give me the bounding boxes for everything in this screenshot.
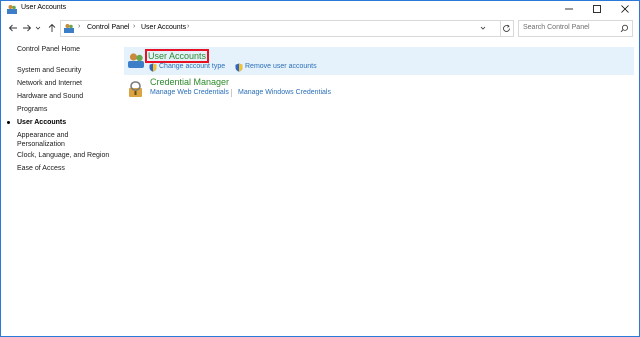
maximize-button[interactable] (583, 1, 611, 17)
maximize-icon (593, 5, 601, 13)
search-placeholder: Search Control Panel (523, 24, 590, 31)
user-accounts-icon (64, 24, 74, 33)
sidebar-item-ease-of-access[interactable]: Ease of Access (17, 164, 65, 173)
recent-locations-button[interactable] (34, 22, 42, 34)
close-button[interactable] (611, 1, 639, 17)
link-change-account-type[interactable]: Change account type (159, 63, 225, 70)
chevron-right-icon: › (187, 23, 190, 30)
window-title: User Accounts (21, 4, 67, 11)
user-accounts-icon (128, 53, 144, 68)
sidebar-item-programs[interactable]: Programs (17, 105, 47, 114)
link-manage-web-credentials[interactable]: Manage Web Credentials (150, 89, 229, 96)
chevron-down-icon (35, 26, 41, 30)
address-bar[interactable]: › Control Panel › User Accounts › (60, 20, 501, 37)
chevron-right-icon: › (78, 23, 81, 30)
forward-button[interactable] (21, 22, 33, 34)
refresh-icon (502, 24, 510, 32)
sidebar-item-appearance-line2[interactable]: Personalization (17, 140, 65, 149)
breadcrumb-user-accounts[interactable]: User Accounts (141, 24, 186, 31)
control-panel-window: User Accounts › Control Panel › User Acc… (0, 0, 640, 337)
shield-icon (235, 63, 243, 72)
chevron-right-icon: › (133, 23, 136, 30)
category-user-accounts[interactable]: User Accounts Change account type Remove… (124, 47, 634, 75)
search-box[interactable]: Search Control Panel (518, 20, 633, 37)
link-remove-user-accounts[interactable]: Remove user accounts (245, 63, 317, 70)
chevron-down-icon[interactable] (480, 25, 486, 31)
arrow-right-icon (23, 24, 32, 32)
arrow-up-icon (48, 23, 56, 32)
sidebar-item-clock-language-region[interactable]: Clock, Language, and Region (17, 151, 109, 160)
shield-icon (149, 63, 157, 72)
search-icon (620, 24, 628, 33)
navigation-bar: › Control Panel › User Accounts › Search… (1, 18, 639, 38)
sidebar-item-hardware-and-sound[interactable]: Hardware and Sound (17, 92, 83, 101)
sidebar-item-appearance-line1[interactable]: Appearance and (17, 131, 68, 140)
active-item-bullet (7, 121, 10, 124)
sidebar-item-control-panel-home[interactable]: Control Panel Home (17, 45, 80, 54)
sidebar-item-user-accounts[interactable]: User Accounts (17, 118, 66, 127)
link-separator (231, 89, 232, 97)
category-title-user-accounts[interactable]: User Accounts (145, 49, 210, 63)
title-bar: User Accounts (1, 1, 639, 17)
category-credential-manager[interactable]: Credential Manager Manage Web Credential… (124, 75, 634, 101)
sidebar-item-system-and-security[interactable]: System and Security (17, 66, 81, 75)
breadcrumb-control-panel[interactable]: Control Panel (87, 24, 129, 31)
category-title-credential-manager[interactable]: Credential Manager (150, 77, 229, 87)
close-icon (621, 5, 629, 13)
user-accounts-app-icon (7, 5, 17, 14)
up-button[interactable] (46, 22, 58, 34)
credential-manager-icon (129, 81, 142, 97)
minimize-button[interactable] (555, 1, 583, 17)
minimize-icon (565, 8, 573, 10)
refresh-button[interactable] (499, 20, 514, 37)
back-button[interactable] (7, 22, 19, 34)
arrow-left-icon (8, 24, 17, 32)
sidebar-item-network-and-internet[interactable]: Network and Internet (17, 79, 82, 88)
link-manage-windows-credentials[interactable]: Manage Windows Credentials (238, 89, 331, 96)
